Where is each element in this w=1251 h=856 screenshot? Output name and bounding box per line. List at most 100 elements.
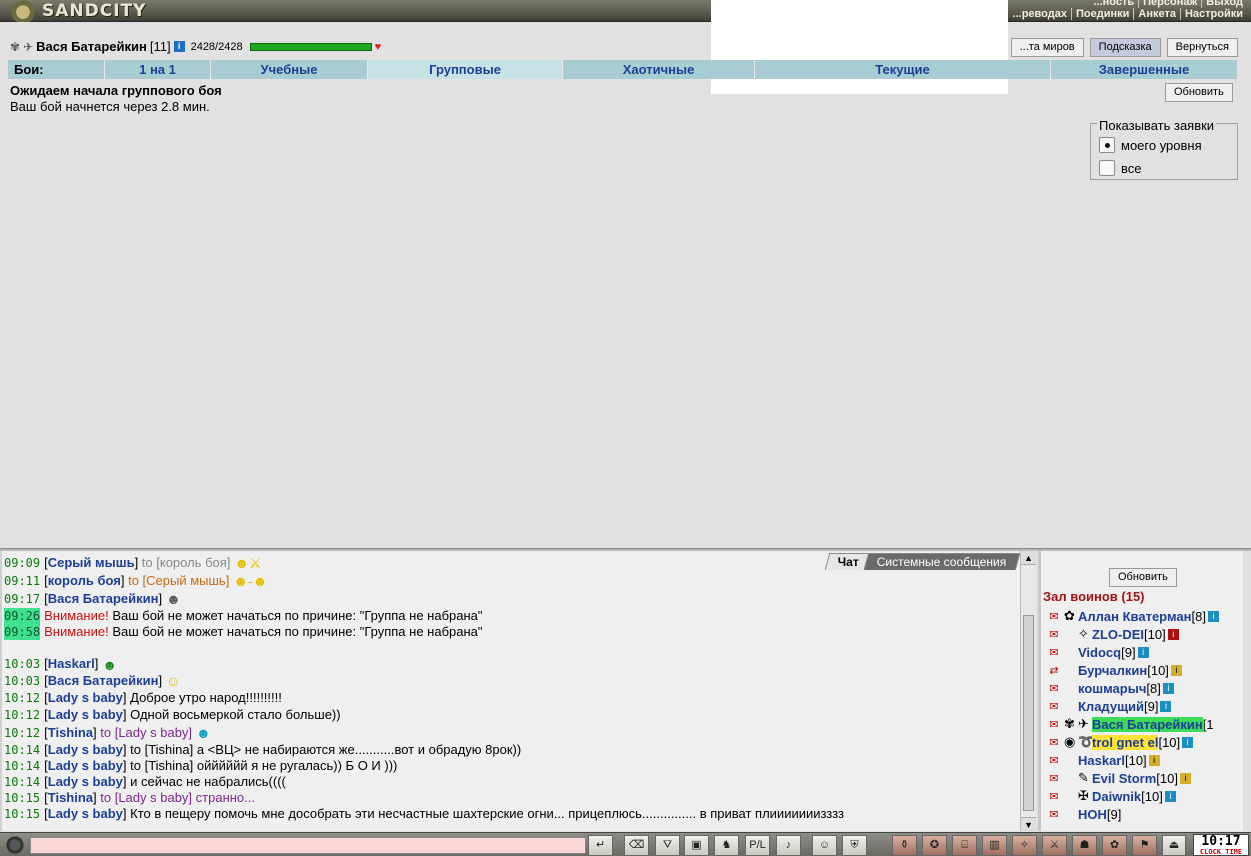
back-button[interactable]: Вернуться [1166,38,1238,57]
menu-link-settings[interactable]: Настройки [1181,8,1247,20]
private-icon[interactable]: ✉ [1044,627,1064,642]
tab-system-messages[interactable]: Системные сообщения [864,553,1021,570]
translit-icon[interactable]: Р/L [745,835,770,856]
chat-nick[interactable]: Haskarl [48,656,95,672]
private-icon[interactable]: ✉ [1044,699,1064,714]
info-icon[interactable]: i [1162,682,1174,694]
player-nick[interactable]: Аллан Кватерман [1078,609,1191,624]
chat-nick[interactable]: Серый мышь [48,555,135,571]
info-icon[interactable]: i [173,41,185,52]
info-icon[interactable]: i [1137,646,1149,658]
gear-icon[interactable] [4,836,26,854]
tab-finished[interactable]: Завершенные [1051,60,1238,79]
save-icon[interactable]: ▣ [684,835,709,856]
filter-option-all[interactable]: все [1099,160,1142,176]
player-nick[interactable]: Haskarl [1078,753,1125,768]
flowers-icon[interactable]: ✿ [1102,835,1127,856]
info-icon[interactable]: i [1148,754,1160,766]
chat-line: 10:14 [Lady s baby] и сейчас не набралис… [4,774,286,790]
info-icon[interactable]: i [1167,628,1179,640]
chat-input[interactable] [30,837,586,854]
scroll-thumb[interactable] [1023,615,1034,811]
radio-my-level[interactable] [1099,137,1115,153]
private-icon[interactable]: ✉ [1044,807,1064,822]
bag-icon[interactable]: ✪ [922,835,947,856]
filter-icon[interactable]: ⛛ [655,835,680,856]
chat-nick[interactable]: Tishina [48,790,93,806]
eraser-icon[interactable]: ⌫ [624,835,649,856]
chat-nick[interactable]: король боя [48,573,121,589]
chat-nick[interactable]: Вася Батарейкин [48,591,159,607]
info-icon[interactable]: i [1164,790,1176,802]
player-nick[interactable]: trol gnet el [1092,734,1159,750]
chat-nick[interactable]: Lady s baby [48,774,123,790]
info-icon[interactable]: i [1179,772,1191,784]
player-nick[interactable]: ZLO-DEI [1092,627,1144,642]
runner-icon[interactable]: ♞ [714,835,739,856]
enter-icon[interactable]: ↵ [588,835,613,856]
friends-icon[interactable]: ☗ [1072,835,1097,856]
fight-icon[interactable]: ⚔ [1042,835,1067,856]
private-icon[interactable]: ✉ [1044,609,1064,624]
online-refresh-button[interactable]: Обновить [1109,568,1177,587]
chat-nick[interactable]: Lady s baby [48,707,123,723]
chest-icon[interactable]: ⌸ [952,835,977,856]
chat-nick[interactable]: Вася Батарейкин [48,673,159,689]
exit-icon[interactable]: ⏏ [1162,835,1186,856]
chat-nick[interactable]: Lady s baby [48,806,123,822]
worlds-button[interactable]: ...та миров [1010,38,1084,57]
player-name[interactable]: Вася Батарейкин [36,39,147,54]
hint-button[interactable]: Подсказка [1089,38,1161,57]
tab-current[interactable]: Текущие [755,60,1051,79]
player-nick[interactable]: Бурчалкин [1078,663,1147,678]
player-nick[interactable]: кошмарыч [1078,681,1146,696]
menu-link-character[interactable]: Персонаж [1139,0,1203,8]
chat-nick[interactable]: Lady s baby [48,690,123,706]
scroll-down-icon[interactable]: ▼ [1021,817,1036,831]
info-icon[interactable]: i [1182,736,1194,748]
menu-link-exit[interactable]: Выход [1202,0,1247,8]
info-icon[interactable]: i [1160,700,1172,712]
tab-chaotic[interactable]: Хаотичные [563,60,755,79]
filter-option-my-level[interactable]: моего уровня [1099,137,1202,153]
chat-nick[interactable]: Lady s baby [48,742,123,758]
player-nick[interactable]: Daiwnik [1092,789,1141,804]
chat-nick[interactable]: Lady s baby [48,758,123,774]
private-icon[interactable]: ✉ [1044,789,1064,804]
battle-icon[interactable]: ⇄ [1044,663,1064,678]
player-nick[interactable]: Evil Storm [1092,771,1156,786]
menu-link-duels[interactable]: Поединки [1072,8,1135,20]
private-icon[interactable]: ✉ [1044,645,1064,660]
scroll-up-icon[interactable]: ▲ [1021,551,1036,565]
player-nick[interactable]: Vidocq [1078,645,1121,660]
radio-all[interactable] [1099,160,1115,176]
player-nick[interactable]: Вася Батарейкин [1092,716,1203,732]
chat-scrollbar[interactable]: ▲ ▼ [1020,551,1036,831]
info-icon[interactable]: i [1207,610,1219,622]
smile-icon[interactable]: ☺ [812,835,837,856]
menu-link[interactable]: ...ность [1089,0,1140,8]
flag-icon[interactable]: ⚑ [1132,835,1157,856]
book-icon[interactable]: ▥ [982,835,1007,856]
online-scrollbar[interactable] [1243,551,1251,831]
private-icon[interactable]: ✉ [1044,735,1064,750]
potion-icon[interactable]: ⚱ [892,835,917,856]
menu-link-profile[interactable]: Анкета [1134,8,1181,20]
chat-nick[interactable]: Tishina [48,725,93,741]
refresh-button[interactable]: Обновить [1165,83,1233,102]
info-icon[interactable]: i [1170,664,1182,676]
tab-training[interactable]: Учебные [211,60,368,79]
private-icon[interactable]: ✉ [1044,771,1064,786]
sound-icon[interactable]: ♪ [776,835,801,856]
private-icon[interactable]: ✉ [1044,753,1064,768]
player-nick[interactable]: Кладущий [1078,699,1144,714]
player-nick[interactable]: НОН [1078,807,1107,822]
tab-group[interactable]: Групповые [368,60,563,79]
scroll-icon[interactable]: ✧ [1012,835,1037,856]
private-icon[interactable]: ✉ [1044,681,1064,696]
tab-1v1[interactable]: 1 на 1 [105,60,211,79]
private-icon[interactable]: ✉ [1044,717,1064,732]
hp-text: 2428/2428 [190,40,243,53]
helmet-icon[interactable]: ⛨ [842,835,867,856]
menu-link-transfers[interactable]: ...реводах [1009,8,1072,20]
